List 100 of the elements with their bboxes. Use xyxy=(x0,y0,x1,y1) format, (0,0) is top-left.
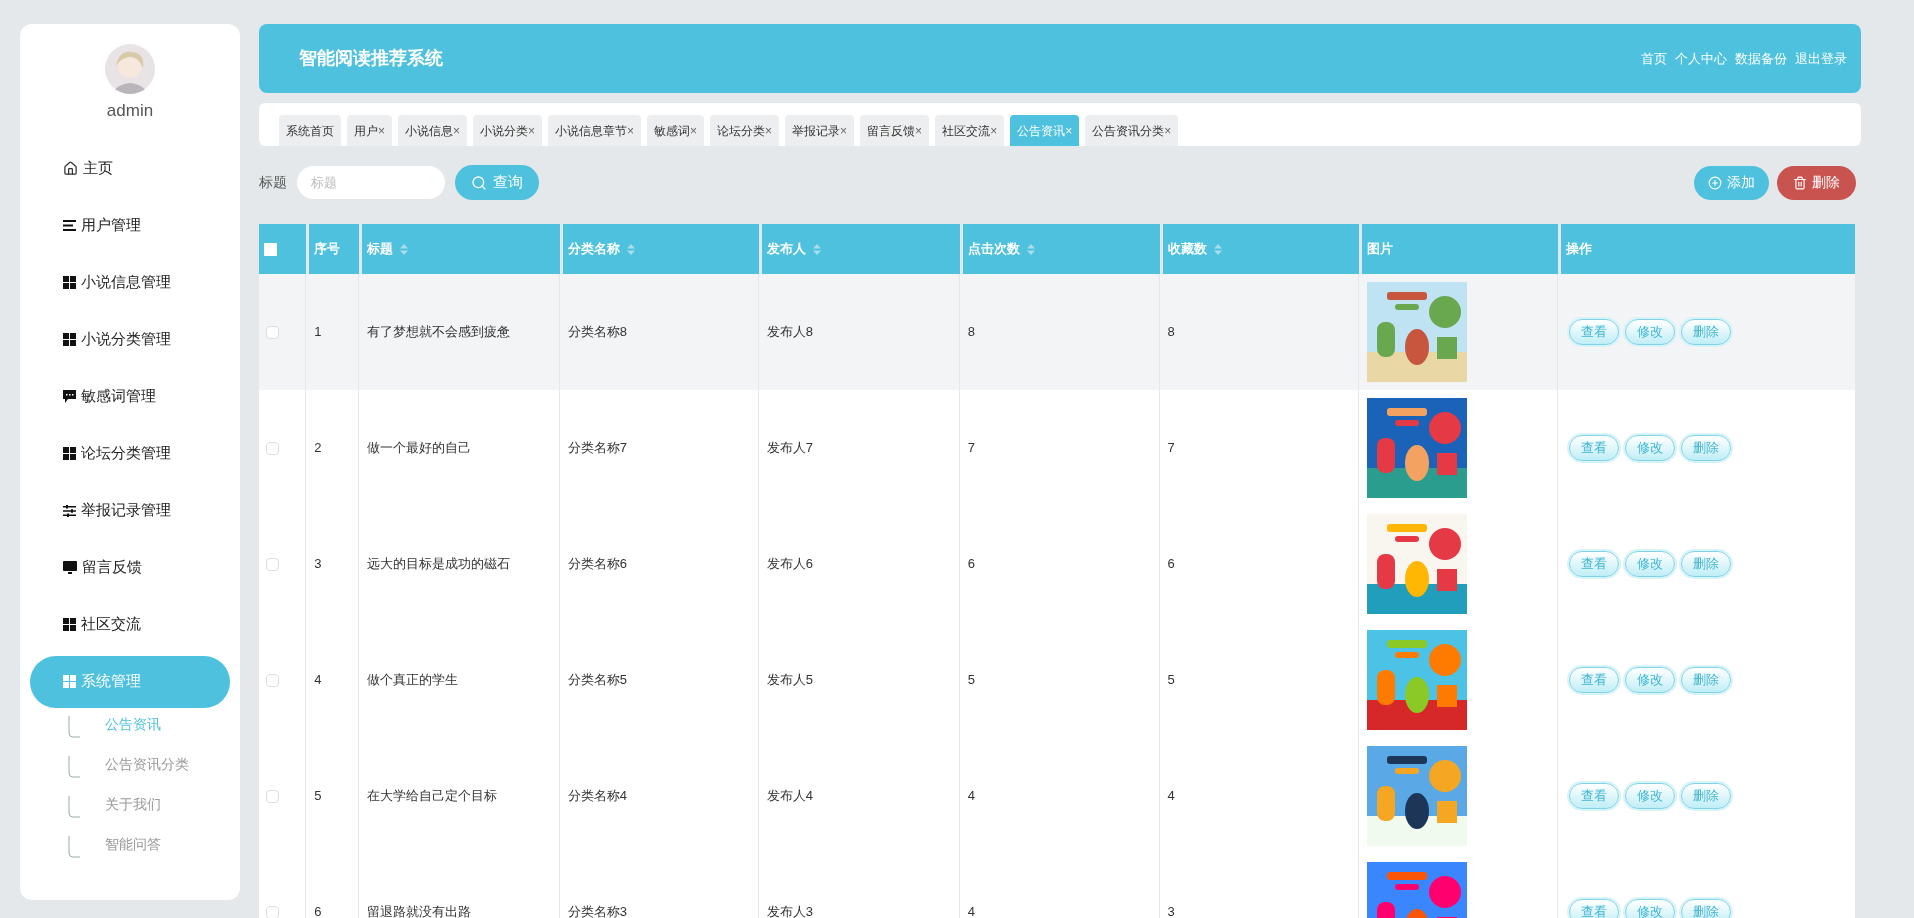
table-cell-text: 3 xyxy=(314,555,322,574)
table-cell-text: 7 xyxy=(1167,439,1175,458)
sidebar-item[interactable]: 社区交流 xyxy=(30,598,230,651)
menu-icon xyxy=(63,220,76,231)
submenu-item[interactable]: 公告资讯分类 xyxy=(105,753,189,775)
checkbox[interactable] xyxy=(266,441,279,455)
sort-icon[interactable] xyxy=(1213,243,1222,255)
tab[interactable]: 举报记录× xyxy=(785,115,855,146)
sidebar-item[interactable]: 小说分类管理 xyxy=(30,313,230,366)
monitor-icon xyxy=(63,561,77,574)
table-cell-text: 5 xyxy=(967,671,975,690)
table-row[interactable]: 6 留退路就没有出路 分类名称3 发布人3 4 3 查看 修改 删除 xyxy=(259,854,1855,918)
submenu-item[interactable]: 关于我们 xyxy=(105,793,161,815)
sidebar-item[interactable]: 留言反馈 xyxy=(30,541,230,594)
sidebar-item[interactable]: 举报记录管理 xyxy=(30,484,230,537)
sort-icon[interactable] xyxy=(812,243,821,255)
table-cell-text: 4 xyxy=(967,903,975,918)
checkbox[interactable] xyxy=(266,325,279,339)
tab[interactable]: 用户× xyxy=(347,115,392,146)
table-header-cell: 序号 xyxy=(309,224,359,274)
sidebar-item[interactable]: 敏感词管理 xyxy=(30,370,230,423)
search-label: 标题 xyxy=(259,173,287,192)
close-icon[interactable]: × xyxy=(1164,121,1172,140)
sliders-icon xyxy=(63,504,76,517)
close-icon[interactable]: × xyxy=(453,121,461,140)
tab[interactable]: 敏感词× xyxy=(647,115,705,146)
close-icon[interactable]: × xyxy=(378,121,385,140)
table-header-cell: 图片 xyxy=(1361,224,1558,274)
chat-icon xyxy=(63,390,76,403)
tree-line xyxy=(68,835,80,858)
tab[interactable]: 公告资讯分类× xyxy=(1085,115,1179,146)
table-cell-text: 5 xyxy=(1167,671,1175,690)
submenu-item[interactable]: 智能问答 xyxy=(105,833,161,855)
table-cell-text: 分类名称3 xyxy=(567,903,627,918)
checkbox[interactable] xyxy=(266,789,279,803)
checkbox[interactable] xyxy=(266,557,279,571)
tab[interactable]: 小说信息章节× xyxy=(548,115,642,146)
table-header-cell: 分类名称 xyxy=(562,224,759,274)
tab[interactable]: 系统首页 xyxy=(279,115,341,146)
table-cell-text: 分类名称4 xyxy=(567,787,627,806)
app-title: 智能阅读推荐系统 xyxy=(299,47,443,70)
table-header-cell: 收藏数 xyxy=(1162,224,1359,274)
close-icon[interactable]: × xyxy=(528,121,536,140)
table-cell-text: 远大的目标是成功的磁石 xyxy=(366,555,510,574)
table-row[interactable]: 5 在大学给自己定个目标 分类名称4 发布人4 4 4 查看 修改 删除 xyxy=(259,738,1855,854)
delete-button[interactable]: 删除 xyxy=(1777,165,1856,200)
checkbox[interactable] xyxy=(266,905,279,918)
table-cell-text: 发布人3 xyxy=(766,903,813,918)
table-header-cell: 发布人 xyxy=(761,224,960,274)
sidebar-item[interactable]: 用户管理 xyxy=(30,199,230,252)
table-header-cell: 点击次数 xyxy=(962,224,1160,274)
table-row[interactable]: 1 有了梦想就不会感到疲惫 分类名称8 发布人8 8 8 查看 修改 删除 xyxy=(259,274,1855,390)
table-row[interactable]: 4 做个真正的学生 分类名称5 发布人5 5 5 查看 修改 删除 xyxy=(259,622,1855,738)
table-cell-text: 做一个最好的自己 xyxy=(366,439,471,458)
table-cell-text: 发布人4 xyxy=(766,787,813,806)
table-cell-text: 发布人5 xyxy=(766,671,813,690)
trash-icon xyxy=(1793,175,1807,190)
table-header-cell: 操作 xyxy=(1560,224,1855,274)
tab[interactable]: 小说信息× xyxy=(398,115,468,146)
table-cell-text: 4 xyxy=(314,671,322,690)
table-row[interactable]: 3 远大的目标是成功的磁石 分类名称6 发布人6 6 6 查看 修改 删除 xyxy=(259,506,1855,622)
sort-icon[interactable] xyxy=(1026,243,1035,255)
close-icon[interactable]: × xyxy=(840,121,848,140)
plus-icon xyxy=(1708,175,1722,190)
sidebar-item[interactable]: 小说信息管理 xyxy=(30,256,230,309)
table-header-cell: 标题 xyxy=(361,224,560,274)
table-cell-text: 发布人6 xyxy=(766,555,813,574)
tree-line xyxy=(68,755,80,778)
table-cell-text: 8 xyxy=(1167,323,1175,342)
checkbox[interactable] xyxy=(266,673,279,687)
table-cell-text: 6 xyxy=(967,555,975,574)
table-cell-text: 6 xyxy=(314,903,322,918)
tab[interactable]: 论坛分类× xyxy=(710,115,780,146)
sidebar-item[interactable]: 论坛分类管理 xyxy=(30,427,230,480)
table-cell-text: 发布人7 xyxy=(766,439,813,458)
tab[interactable]: 留言反馈× xyxy=(860,115,930,146)
close-icon[interactable]: × xyxy=(990,121,998,140)
search-field[interactable]: 标题 xyxy=(297,166,445,199)
table-cell-text: 2 xyxy=(314,439,322,458)
table-cell-text: 7 xyxy=(967,439,975,458)
close-icon[interactable]: × xyxy=(765,121,773,140)
table-cell-text: 5 xyxy=(314,787,322,806)
tab[interactable]: 小说分类× xyxy=(473,115,543,146)
grid-icon xyxy=(63,447,76,460)
sort-icon[interactable] xyxy=(626,243,635,255)
close-icon[interactable]: × xyxy=(915,121,923,140)
sidebar-item[interactable]: 主页 xyxy=(30,142,230,195)
search-icon xyxy=(471,174,487,191)
tab[interactable]: 社区交流× xyxy=(935,115,1005,146)
table-cell-text: 发布人8 xyxy=(766,323,813,342)
grid-icon xyxy=(63,276,76,289)
table-cell-text: 4 xyxy=(1167,787,1175,806)
table-row[interactable]: 2 做一个最好的自己 分类名称7 发布人7 7 7 查看 修改 删除 xyxy=(259,390,1855,506)
close-icon[interactable]: × xyxy=(690,121,698,140)
table-cell-text: 有了梦想就不会感到疲惫 xyxy=(366,323,510,342)
table-cell-text: 分类名称7 xyxy=(567,439,627,458)
close-icon[interactable]: × xyxy=(627,121,635,140)
sort-icon[interactable] xyxy=(399,243,408,255)
username: admin xyxy=(106,100,154,122)
checkbox[interactable] xyxy=(264,242,277,256)
